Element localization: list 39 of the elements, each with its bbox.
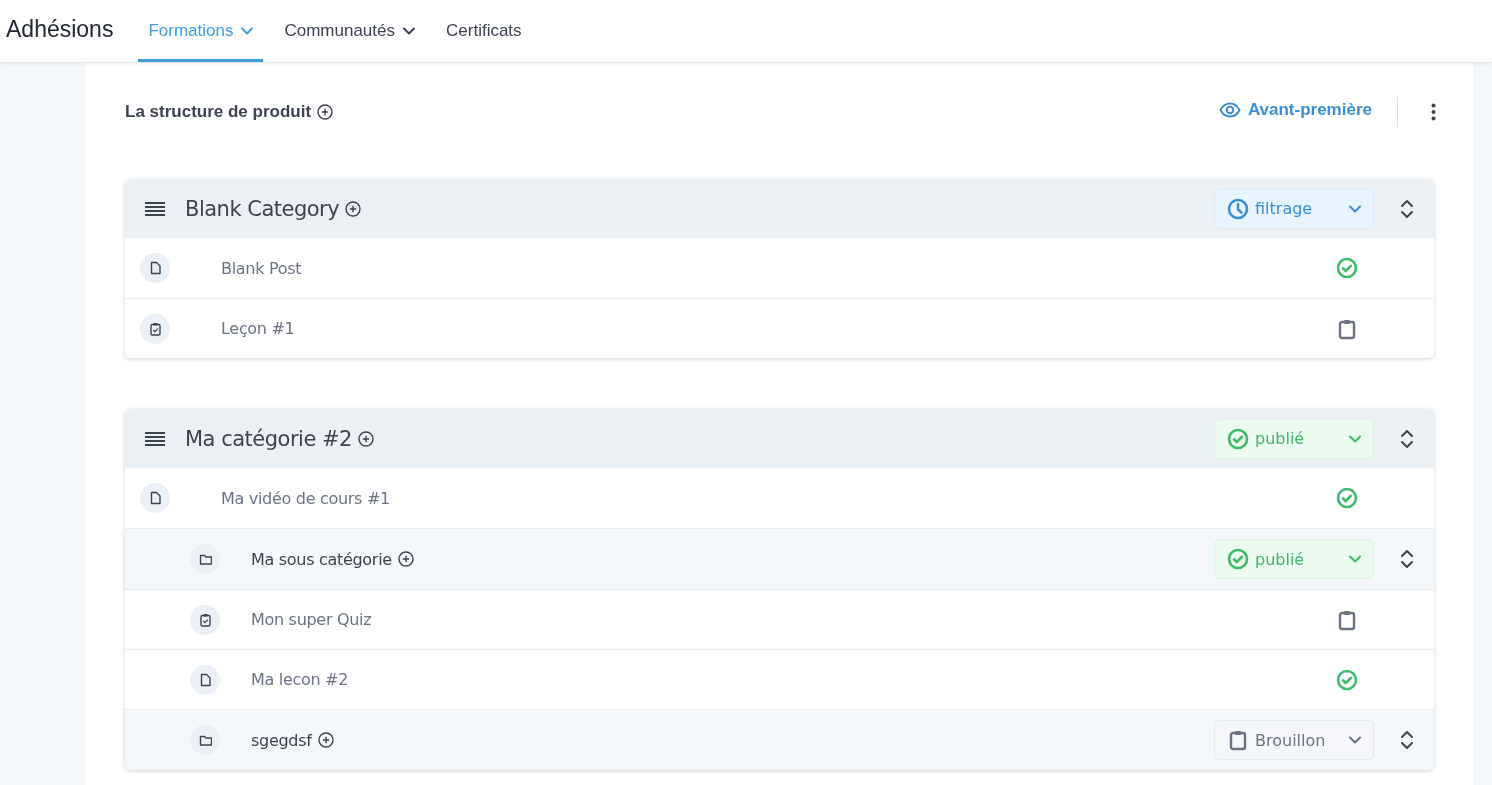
section-title: La structure de produit <box>125 102 312 122</box>
drag-handle-icon[interactable] <box>145 431 165 446</box>
add-icon[interactable] <box>317 104 334 120</box>
kebab-icon <box>1431 103 1436 121</box>
category-title: Blank Category <box>185 196 340 221</box>
sort-icon[interactable] <box>1400 428 1414 449</box>
add-icon[interactable] <box>397 551 414 567</box>
drag-handle-icon[interactable] <box>145 201 165 216</box>
subcategory-title: sgegdsf <box>251 730 312 750</box>
sort-icon[interactable] <box>1400 198 1414 219</box>
lesson-title[interactable]: Ma lecon #2 <box>251 670 349 689</box>
sort-icon[interactable] <box>1400 549 1414 569</box>
caret-icon <box>1349 204 1361 213</box>
caret-icon <box>1349 555 1361 563</box>
sort-icon[interactable] <box>1400 730 1414 750</box>
lesson-title[interactable]: Leçon #1 <box>221 319 295 338</box>
nav-tab[interactable]: Communautés <box>274 0 425 62</box>
lesson-title[interactable]: Blank Post <box>221 258 302 278</box>
add-icon[interactable] <box>357 430 374 447</box>
caret-icon <box>241 27 254 35</box>
check-circle-icon <box>1227 548 1249 570</box>
nav-tab[interactable]: Certificats <box>436 0 532 62</box>
app-title: Adhésions <box>6 15 114 43</box>
category-title: Ma catégorie #2 <box>185 426 352 451</box>
add-icon[interactable] <box>317 732 334 748</box>
caret-icon <box>1349 434 1361 443</box>
caret-icon <box>403 27 415 35</box>
clipboard-icon <box>1227 729 1249 751</box>
subcategory-title: Ma sous catégorie <box>251 549 392 569</box>
lesson-title[interactable]: Ma vidéo de cours #1 <box>221 488 390 508</box>
check-circle-icon <box>1227 427 1249 450</box>
lesson-title[interactable]: Mon super Quiz <box>251 610 372 629</box>
eye-icon <box>1218 102 1241 118</box>
add-icon[interactable] <box>345 200 362 217</box>
status-dropdown[interactable]: Brouillon <box>1214 720 1374 760</box>
status-dropdown[interactable]: filtrage <box>1214 188 1374 229</box>
preview-link[interactable]: Avant-première <box>1218 100 1372 120</box>
clock-icon <box>1227 197 1249 220</box>
caret-icon <box>1349 736 1361 744</box>
